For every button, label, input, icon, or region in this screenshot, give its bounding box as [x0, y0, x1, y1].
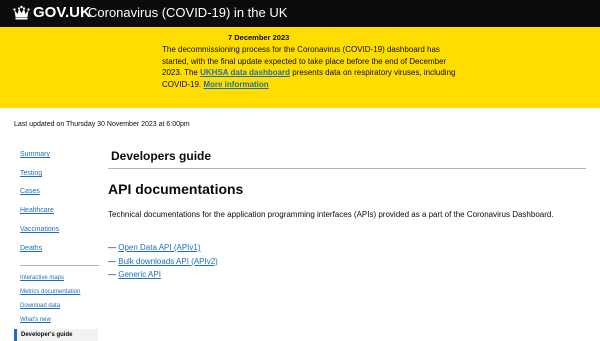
nav-item-vaccinations[interactable]: Vaccinations	[20, 225, 59, 234]
bulk-downloads-api-link[interactable]: Bulk downloads API (APIv2)	[118, 257, 218, 266]
list-dash: —	[108, 243, 116, 252]
list-item: — Generic API	[108, 268, 218, 282]
nav-item-cases[interactable]: Cases	[20, 187, 40, 196]
generic-api-link[interactable]: Generic API	[118, 270, 161, 279]
last-updated-text: Last updated on Thursday 30 November 202…	[14, 121, 190, 128]
nav-item-download-data[interactable]: Download data	[20, 302, 60, 310]
nav-item-whats-new[interactable]: What's new	[20, 316, 51, 324]
list-dash: —	[108, 256, 116, 266]
list-dash: —	[108, 270, 116, 279]
list-item: — Bulk downloads API (APIv2)	[108, 255, 218, 269]
page-title: Developers guide	[111, 149, 212, 163]
open-data-api-link[interactable]: Open Data API (APIv1)	[118, 243, 200, 252]
nav-item-healthcare[interactable]: Healthcare	[20, 206, 54, 215]
ukhsa-dashboard-link[interactable]: UKHSA data dashboard	[200, 68, 290, 77]
banner-message: The decommissioning process for the Coro…	[162, 44, 462, 90]
more-information-link[interactable]: More information	[203, 80, 268, 89]
nav-item-interactive-maps[interactable]: Interactive maps	[20, 274, 64, 282]
nav-item-developers-guide[interactable]: Developer's guide	[14, 329, 98, 341]
api-links-list: — Open Data API (APIv1) — Bulk downloads…	[108, 241, 218, 282]
banner-date: 7 December 2023	[228, 33, 290, 42]
site-header: GOV.UK Coronavirus (COVID-19) in the UK	[0, 0, 600, 27]
service-name-link[interactable]: Coronavirus (COVID-19) in the UK	[88, 4, 287, 22]
govuk-logo-link[interactable]: GOV.UK	[33, 3, 91, 22]
nav-item-summary[interactable]: Summary	[20, 150, 50, 159]
nav-item-metrics-documentation[interactable]: Metrics documentation	[20, 288, 80, 296]
nav-divider	[20, 265, 99, 266]
section-title: API documentations	[108, 181, 244, 197]
nav-item-testing[interactable]: Testing	[20, 169, 42, 178]
list-item: — Open Data API (APIv1)	[108, 241, 218, 255]
heading-divider	[108, 168, 586, 169]
nav-item-deaths[interactable]: Deaths	[20, 244, 42, 253]
intro-paragraph: Technical documentations for the applica…	[108, 210, 554, 219]
decommission-banner: 7 December 2023 The decommissioning proc…	[0, 27, 600, 108]
crown-icon	[13, 5, 30, 20]
